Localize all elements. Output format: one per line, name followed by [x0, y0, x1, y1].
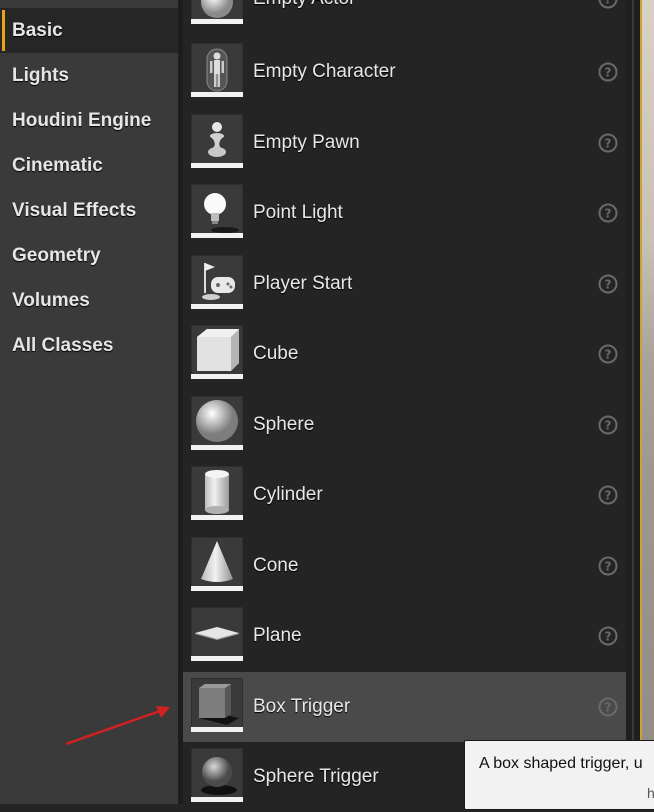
cylinder-icon [191, 466, 243, 520]
svg-text:?: ? [605, 0, 612, 7]
category-volumes[interactable]: Volumes [0, 278, 178, 323]
item-label: Empty Character [253, 61, 396, 82]
help-icon[interactable]: ? [598, 344, 618, 364]
svg-text:?: ? [605, 630, 612, 644]
category-label: Houdini Engine [12, 109, 152, 131]
svg-text:?: ? [605, 489, 612, 503]
category-label: Volumes [12, 289, 90, 311]
point-light-icon [191, 184, 243, 238]
box-trigger-icon [191, 678, 243, 732]
svg-text:?: ? [605, 278, 612, 292]
category-basic[interactable]: Basic [0, 8, 178, 53]
list-item-cone[interactable]: Cone ? [183, 531, 626, 601]
item-label: Cube [253, 343, 299, 364]
list-item-player-start[interactable]: Player Start ? [183, 249, 626, 319]
category-label: Cinematic [12, 154, 103, 176]
help-icon[interactable]: ? [598, 556, 618, 576]
category-label: Basic [12, 19, 63, 41]
help-icon[interactable]: ? [598, 697, 618, 717]
category-label: Lights [12, 64, 69, 86]
list-item-empty-pawn[interactable]: Empty Pawn ? [183, 108, 626, 178]
item-label: Empty Actor [253, 0, 355, 34]
help-icon[interactable]: ? [598, 0, 618, 9]
category-visual-effects[interactable]: Visual Effects [0, 188, 178, 233]
item-label: Box Trigger [253, 696, 351, 717]
svg-text:?: ? [605, 701, 612, 715]
category-label: All Classes [12, 334, 114, 356]
list-item-point-light[interactable]: Point Light ? [183, 178, 626, 248]
list-item-cylinder[interactable]: Cylinder ? [183, 460, 626, 530]
category-label: Geometry [12, 244, 101, 266]
help-icon[interactable]: ? [598, 485, 618, 505]
help-icon[interactable]: ? [598, 203, 618, 223]
svg-text:?: ? [605, 560, 612, 574]
category-sidebar: Basic Lights Houdini Engine Cinematic Vi… [0, 0, 178, 804]
item-label: Point Light [253, 202, 343, 223]
list-item-sphere[interactable]: Sphere ? [183, 390, 626, 460]
cube-icon [191, 325, 243, 379]
help-icon[interactable]: ? [598, 626, 618, 646]
item-label: Player Start [253, 273, 353, 294]
item-label: Empty Pawn [253, 132, 360, 153]
list-item-cube[interactable]: Cube ? [183, 319, 626, 389]
category-houdini-engine[interactable]: Houdini Engine [0, 98, 178, 143]
item-label: Cylinder [253, 484, 323, 505]
cone-icon [191, 537, 243, 591]
help-icon[interactable]: ? [598, 274, 618, 294]
player-start-icon [191, 255, 243, 309]
item-label: Sphere [253, 414, 315, 435]
category-geometry[interactable]: Geometry [0, 233, 178, 278]
list-item-box-trigger[interactable]: Box Trigger ? [183, 672, 626, 742]
panel-border [632, 0, 634, 804]
help-icon[interactable]: ? [598, 62, 618, 82]
tooltip-text: A box shaped trigger, u [479, 755, 643, 772]
placeable-item-list: Empty Actor ? Empty Character ? Empty Pa… [183, 0, 626, 804]
empty-actor-icon [191, 0, 243, 24]
list-item-plane[interactable]: Plane ? [183, 601, 626, 671]
svg-text:?: ? [605, 419, 612, 433]
tooltip-more-text: h [647, 785, 654, 801]
plane-icon [191, 607, 243, 661]
svg-text:?: ? [605, 66, 612, 80]
svg-text:?: ? [605, 137, 612, 151]
list-item-empty-actor[interactable]: Empty Actor ? [183, 0, 626, 34]
item-label: Sphere Trigger [253, 766, 379, 787]
svg-text:?: ? [605, 207, 612, 221]
item-label: Plane [253, 625, 302, 646]
category-all-classes[interactable]: All Classes [0, 323, 178, 368]
svg-text:?: ? [605, 348, 612, 362]
empty-character-icon [191, 43, 243, 97]
empty-pawn-icon [191, 114, 243, 168]
category-label: Visual Effects [12, 199, 137, 221]
sphere-icon [191, 396, 243, 450]
item-label: Cone [253, 555, 299, 576]
level-viewport-edge[interactable] [640, 0, 654, 804]
help-icon[interactable]: ? [598, 133, 618, 153]
item-tooltip: A box shaped trigger, u h [464, 740, 654, 810]
category-cinematic[interactable]: Cinematic [0, 143, 178, 188]
annotation-arrow-icon [65, 706, 170, 746]
list-item-empty-character[interactable]: Empty Character ? [183, 37, 626, 107]
category-lights[interactable]: Lights [0, 53, 178, 98]
sphere-trigger-icon [191, 748, 243, 802]
help-icon[interactable]: ? [598, 415, 618, 435]
